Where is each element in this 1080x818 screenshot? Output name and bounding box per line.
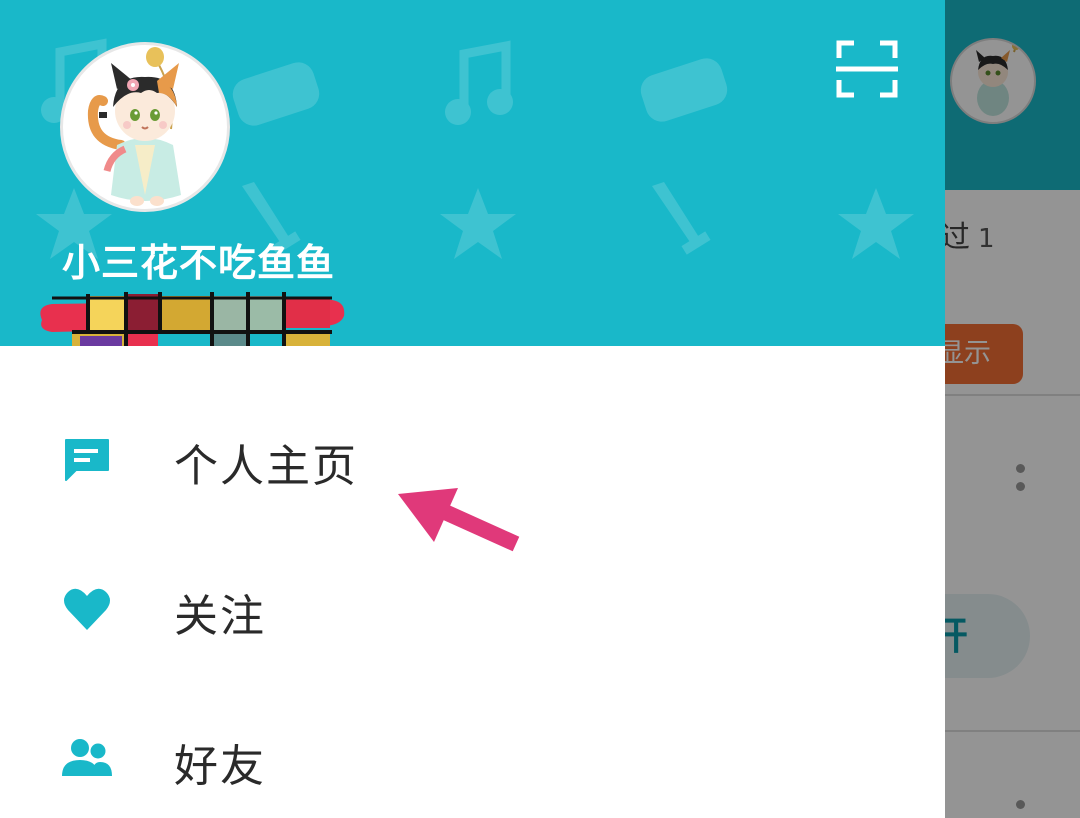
drawer-header: 小三花不吃鱼鱼 [0,0,945,346]
heart-icon [64,588,110,630]
profile-page-icon [65,439,109,481]
avatar-cat-icon [87,47,181,206]
star-icon [838,188,914,259]
gamepad-icon [640,58,728,122]
annotation-arrow-icon [398,488,520,552]
star-icon [440,188,516,259]
sword-icon [652,182,711,255]
navigation-drawer: 小三花不吃鱼鱼 个人主页 关注 好友 [0,0,945,818]
redaction-mark [40,292,345,346]
scan-button[interactable] [836,40,898,98]
menu-item-label: 好友 [174,741,266,792]
menu-item-label: 个人主页 [174,441,358,492]
menu-item-follow[interactable]: 关注 [0,554,945,664]
menu-item-label: 关注 [174,591,266,642]
menu-item-friends[interactable]: 好友 [0,704,945,814]
username: 小三花不吃鱼鱼 [62,241,336,285]
avatar[interactable] [60,42,230,212]
music-note-icon [445,40,513,125]
screen: 过1 显示 开 小三花不吃鱼鱼 个人主页 关注 好友 [0,0,1080,818]
friends-icon [62,739,112,776]
gamepad-icon [232,62,320,126]
scan-icon [836,40,898,98]
